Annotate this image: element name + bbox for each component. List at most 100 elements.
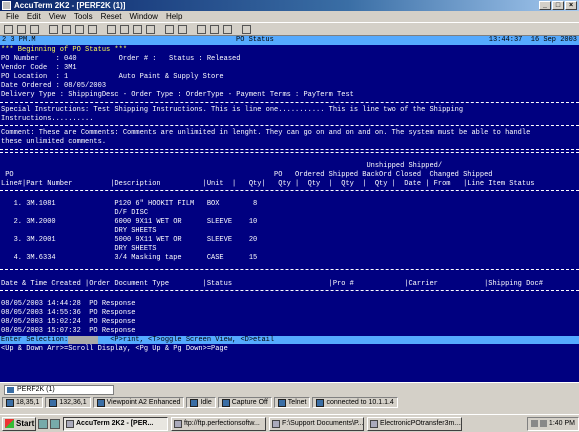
network-icon[interactable] <box>209 24 220 35</box>
link-icon[interactable] <box>119 24 130 35</box>
clock: 1:40 PM <box>548 420 575 427</box>
status-pane: Capture Off <box>217 397 272 408</box>
special-instructions-line-2: Instructions.......... <box>1 115 94 123</box>
status-text: 132,36,1 <box>59 399 87 406</box>
tray-network-icon[interactable] <box>530 420 538 427</box>
taskbar-buttons: AccuTerm 2K2 - [PER... ftp://ftp.perfecti… <box>60 416 462 431</box>
comment-line: Comment: These are Comments: Comments ar… <box>1 129 531 137</box>
connection-icon <box>316 398 325 407</box>
status-pane: Idle <box>186 397 216 408</box>
menu-tools[interactable]: Tools <box>70 11 97 22</box>
selection-input[interactable] <box>68 336 98 344</box>
desktop-icon[interactable] <box>38 418 48 429</box>
status-text: connected to 10.1.1.4 <box>326 399 394 406</box>
window-icon[interactable] <box>196 24 207 35</box>
app-icon <box>2 1 11 10</box>
divider <box>0 269 579 270</box>
help-icon[interactable] <box>164 24 175 35</box>
history-header: Date & Time Created |Order Document Type… <box>1 280 543 288</box>
position-icon <box>6 398 14 407</box>
title-bar: AccuTerm 2K2 - [PERF2K (1)] _ □ × <box>0 0 579 11</box>
po-line-row: 1. 3M.1081 P120 6" HOOKIT FILM BOX 8 <box>1 200 258 208</box>
history-row[interactable]: 08/05/2003 14:55:36 PO Response <box>1 309 135 317</box>
date-ordered-line: Date Ordered : 08/05/2003 <box>1 82 107 90</box>
divider <box>0 290 579 291</box>
menu-help[interactable]: Help <box>162 11 186 22</box>
po-line-row: D/F DISC <box>1 209 149 217</box>
status-pane: Viewpoint A2 Enhanced <box>92 397 185 408</box>
column-header-2: PO PO Ordered Shipped BackOrd Closed Cha… <box>1 171 493 179</box>
paste-icon[interactable] <box>87 24 98 35</box>
terminal-clock: 13:44:37 16 Sep 2003 <box>488 36 577 44</box>
check-icon[interactable] <box>132 24 143 35</box>
taskbar-button-label: AccuTerm 2K2 - [PER... <box>76 420 154 427</box>
about-icon[interactable] <box>177 24 188 35</box>
windows-logo-icon <box>5 419 14 428</box>
session-tab[interactable]: PERF2K (1) <box>4 385 114 395</box>
terminal-status-left: 2 3 PM.M <box>2 36 36 44</box>
cut-icon[interactable] <box>61 24 72 35</box>
menu-view[interactable]: View <box>45 11 70 22</box>
window-title: AccuTerm 2K2 - [PERF2K (1)] <box>14 1 126 10</box>
taskbar-button[interactable]: AccuTerm 2K2 - [PER... <box>63 416 168 431</box>
menu-window[interactable]: Window <box>125 11 161 22</box>
menu-edit[interactable]: Edit <box>23 11 45 22</box>
menu-file[interactable]: File <box>2 11 23 22</box>
menu-reset[interactable]: Reset <box>97 11 126 22</box>
status-pane: Telnet <box>273 397 311 408</box>
history-row[interactable]: 08/05/2003 14:44:28 PO Response <box>1 300 135 308</box>
divider <box>0 152 579 153</box>
toolbar-separator <box>235 24 239 35</box>
idle-icon <box>190 398 199 407</box>
toolbar-separator <box>100 24 104 35</box>
navigation-help: <Up & Down Arr>=Scroll Display, <Pg Up &… <box>1 345 228 353</box>
telnet-icon <box>277 398 286 407</box>
comment-line-2: these unlimited comments. <box>1 138 107 146</box>
open-icon[interactable] <box>16 24 27 35</box>
history-row[interactable]: 08/05/2003 15:02:24 PO Response <box>1 318 135 326</box>
session-icon <box>7 387 14 393</box>
po-line-row: DRY SHEETS <box>1 227 157 235</box>
header-line: *** Beginning of PO Status *** <box>1 46 128 54</box>
taskbar-button[interactable]: F:\Support Documents\P... <box>269 416 364 431</box>
web-icon[interactable] <box>145 24 156 35</box>
special-instructions-line: Special Instructions: Test Shipping Inst… <box>1 106 464 114</box>
capture-icon <box>221 398 230 407</box>
close-button[interactable]: × <box>565 1 577 10</box>
vendor-line: Vendor Code : 3M1 <box>1 64 77 72</box>
divider <box>0 125 579 126</box>
new-icon[interactable] <box>3 24 14 35</box>
divider <box>0 190 579 191</box>
po-line-row: 3. 3M.2001 5000 9X11 WET OR SLEEVE 20 <box>1 236 258 244</box>
save-icon[interactable] <box>29 24 40 35</box>
selection-prompt: Enter Selection: <P>rint, <T>oggle Scree… <box>1 336 275 344</box>
transfer-icon[interactable] <box>222 24 233 35</box>
start-button[interactable]: Start <box>2 416 36 431</box>
status-text: Idle <box>200 399 212 406</box>
terminal-screen[interactable]: 2 3 PM.M PO Status 13:44:37 16 Sep 2003 … <box>0 36 579 382</box>
taskbar-button-label: ftp://ftp.perfectionsoftw... <box>184 420 260 427</box>
copy-icon[interactable] <box>74 24 85 35</box>
info-icon[interactable] <box>241 24 252 35</box>
minimize-button[interactable]: _ <box>539 1 551 10</box>
status-bar: 18,35,1 132,36,1 Viewpoint A2 Enhanced Idle… <box>0 396 579 409</box>
status-pane: 18,35,1 <box>2 397 44 408</box>
location-line: PO Location : 1 Auto Paint & Supply Stor… <box>1 73 224 81</box>
delivery-line: Delivery Type : ShippingDesc - Order Typ… <box>1 91 354 99</box>
taskbar-button[interactable]: ftp://ftp.perfectionsoftw... <box>171 416 266 431</box>
status-pane: connected to 10.1.1.4 <box>312 397 398 408</box>
toolbar-separator <box>158 24 162 35</box>
menu-bar: File Edit View Tools Reset Window Help <box>0 11 579 22</box>
taskbar-button[interactable]: ElectronicPOtransfer3m.... <box>367 416 462 431</box>
grid-icon <box>49 398 58 407</box>
tray-volume-icon[interactable] <box>539 420 547 427</box>
program-icon <box>66 419 74 428</box>
toolbar-separator <box>42 24 46 35</box>
settings-icon[interactable] <box>106 24 117 35</box>
maximize-button[interactable]: □ <box>552 1 564 10</box>
history-row[interactable]: 08/05/2003 15:07:32 PO Response <box>1 327 135 335</box>
toolbar <box>0 22 579 36</box>
browser-icon[interactable] <box>50 418 60 429</box>
print-icon[interactable] <box>48 24 59 35</box>
status-text: 18,35,1 <box>16 399 40 406</box>
